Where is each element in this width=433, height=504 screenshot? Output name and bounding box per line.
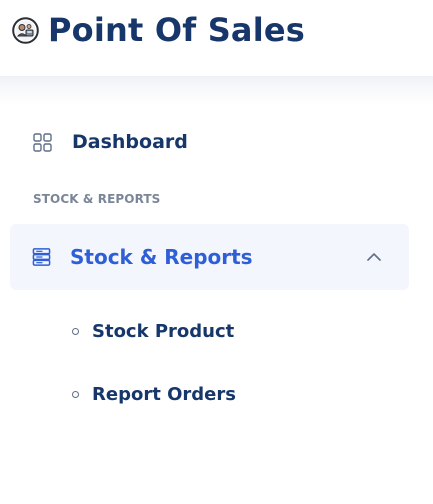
sidebar-group-stock-reports[interactable]: Stock & Reports (10, 224, 409, 290)
pos-sidebar: Point Of Sales Dashboard STOCK & REPORTS (0, 0, 433, 504)
circle-bullet-icon (72, 390, 79, 398)
section-header: STOCK & REPORTS (33, 192, 161, 206)
sidebar-subitem-label: Report Orders (92, 383, 236, 405)
stack-list-icon (32, 248, 51, 267)
header-divider-shadow (0, 76, 433, 106)
brand-title: Point Of Sales (48, 11, 306, 49)
sidebar-subitem-label: Stock Product (92, 320, 235, 342)
sidebar-item-dashboard[interactable]: Dashboard (33, 125, 188, 159)
sidebar-item-label: Dashboard (72, 131, 188, 153)
sidebar-subitem-report-orders[interactable]: Report Orders (72, 381, 236, 407)
circle-bullet-icon (72, 327, 79, 335)
grid-icon (33, 132, 52, 152)
cashier-avatar-icon (12, 16, 39, 44)
brand[interactable]: Point Of Sales (12, 8, 305, 52)
sidebar-group-label: Stock & Reports (70, 245, 253, 269)
sidebar-subitem-stock-product[interactable]: Stock Product (72, 318, 234, 344)
chevron-up-icon[interactable] (365, 248, 383, 266)
